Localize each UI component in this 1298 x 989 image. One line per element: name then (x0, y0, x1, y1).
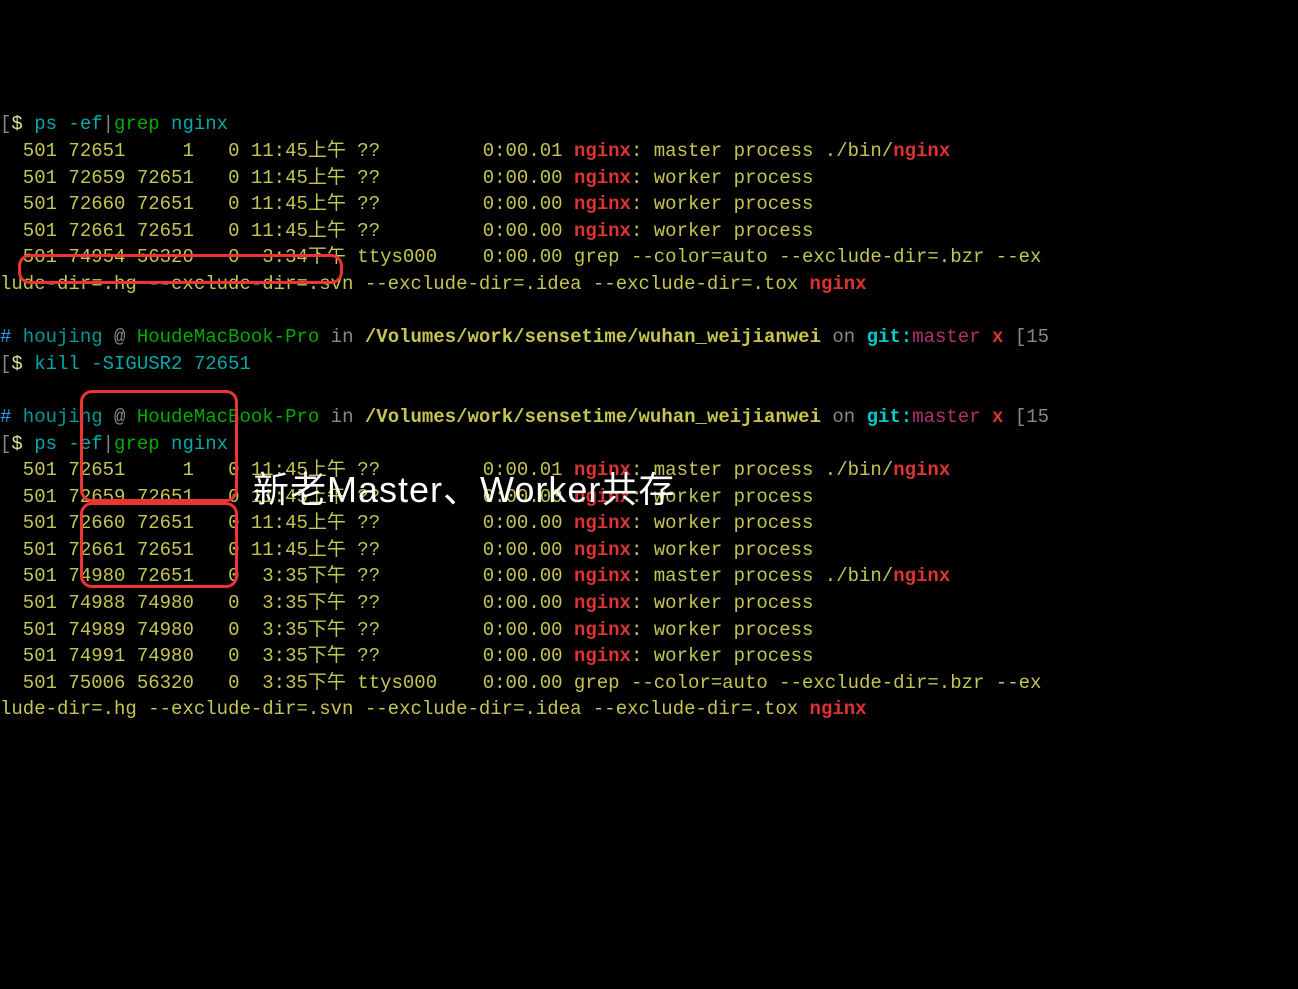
terminal-line: 501 72661 72651 0 11:45上午 ?? 0:00.00 ngi… (0, 218, 1298, 245)
terminal-line: # houjing @ HoudeMacBook-Pro in /Volumes… (0, 404, 1298, 431)
terminal-line: lude-dir=.hg --exclude-dir=.svn --exclud… (0, 271, 1298, 298)
terminal-line: [$ kill -SIGUSR2 72651 (0, 351, 1298, 378)
terminal-line: lude-dir=.hg --exclude-dir=.svn --exclud… (0, 696, 1298, 723)
terminal-line (0, 298, 1298, 325)
terminal-line (0, 377, 1298, 404)
terminal-line: 501 72651 1 0 11:45上午 ?? 0:00.01 nginx: … (0, 138, 1298, 165)
terminal-line: [$ ps -ef|grep nginx (0, 431, 1298, 458)
terminal-line: 501 72660 72651 0 11:45上午 ?? 0:00.00 ngi… (0, 191, 1298, 218)
terminal-line: 501 74954 56320 0 3:34下午 ttys000 0:00.00… (0, 244, 1298, 271)
terminal-line: 501 74989 74980 0 3:35下午 ?? 0:00.00 ngin… (0, 617, 1298, 644)
terminal-line: 501 72651 1 0 11:45上午 ?? 0:00.01 nginx: … (0, 457, 1298, 484)
terminal-line: 501 75006 56320 0 3:35下午 ttys000 0:00.00… (0, 670, 1298, 697)
terminal-line: 501 72659 72651 0 11:45上午 ?? 0:00.00 ngi… (0, 165, 1298, 192)
terminal-line: # houjing @ HoudeMacBook-Pro in /Volumes… (0, 324, 1298, 351)
terminal-line: [$ ps -ef|grep nginx (0, 111, 1298, 138)
terminal-output: [$ ps -ef|grep nginx 501 72651 1 0 11:45… (0, 111, 1298, 723)
terminal-line: 501 74991 74980 0 3:35下午 ?? 0:00.00 ngin… (0, 643, 1298, 670)
terminal-line: 501 72661 72651 0 11:45上午 ?? 0:00.00 ngi… (0, 537, 1298, 564)
terminal-line: 501 74980 72651 0 3:35下午 ?? 0:00.00 ngin… (0, 563, 1298, 590)
terminal-line: 501 72659 72651 0 11:45上午 ?? 0:00.00 ngi… (0, 484, 1298, 511)
terminal-line: 501 72660 72651 0 11:45上午 ?? 0:00.00 ngi… (0, 510, 1298, 537)
terminal-line: 501 74988 74980 0 3:35下午 ?? 0:00.00 ngin… (0, 590, 1298, 617)
